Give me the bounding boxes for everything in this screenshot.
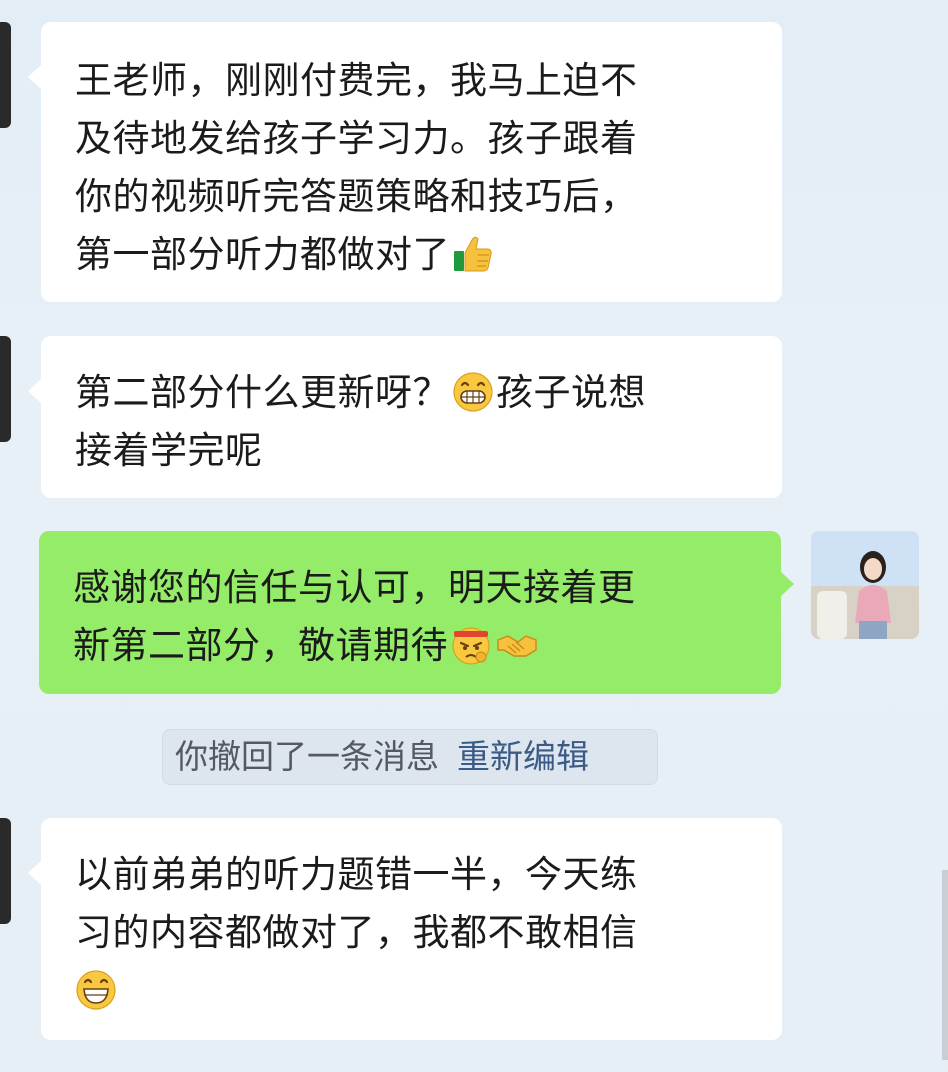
message-text-line: 习的内容都做对了，我都不敢相信 xyxy=(75,911,638,954)
message-text-line: 孩子说想 xyxy=(496,371,646,414)
message-text-line: 第一部分听力都做对了 xyxy=(75,233,450,276)
recall-notice-text: 你撤回了一条消息 xyxy=(175,737,439,776)
thumbs-up-icon xyxy=(454,236,492,272)
scrollbar[interactable] xyxy=(942,870,948,1060)
contact-avatar[interactable] xyxy=(0,336,11,442)
re-edit-link[interactable]: 重新编辑 xyxy=(457,737,589,776)
avatar-photo xyxy=(811,531,919,639)
message-text-line: 你的视频听完答题策略和技巧后， xyxy=(75,175,638,218)
message-text-line: 感谢您的信任与认可，明天接着更 xyxy=(73,566,636,609)
chat-window: 王老师，刚刚付费完，我马上迫不 及待地发给孩子学习力。孩子跟着 你的视频听完答题… xyxy=(0,0,948,1072)
message-text-line: 新第二部分，敬请期待 xyxy=(73,624,448,667)
laughing-face-icon xyxy=(76,970,116,1010)
message-bubble-incoming[interactable]: 第二部分什么更新呀？ 孩子说想 接着学完呢 xyxy=(28,336,782,498)
message-text-line: 王老师，刚刚付费完，我马上迫不 xyxy=(75,59,638,102)
grinning-face-icon xyxy=(453,372,493,412)
handshake-icon xyxy=(497,635,537,657)
recall-notice: 你撤回了一条消息 重新编辑 xyxy=(162,729,658,785)
message-bubble-incoming[interactable]: 王老师，刚刚付费完，我马上迫不 及待地发给孩子学习力。孩子跟着 你的视频听完答题… xyxy=(28,22,782,302)
message-text-line: 第二部分什么更新呀？ xyxy=(75,371,450,414)
message-bubble-incoming[interactable]: 以前弟弟的听力题错一半，今天练 习的内容都做对了，我都不敢相信 xyxy=(28,818,782,1040)
message-text-line: 接着学完呢 xyxy=(75,429,263,472)
contact-avatar[interactable] xyxy=(0,818,11,924)
message-bubble-outgoing[interactable]: 感谢您的信任与认可，明天接着更 新第二部分，敬请期待 xyxy=(39,531,794,694)
message-text-line: 以前弟弟的听力题错一半，今天练 xyxy=(75,853,638,896)
message-text-line: 及待地发给孩子学习力。孩子跟着 xyxy=(75,117,638,160)
determined-face-icon xyxy=(452,627,490,665)
contact-avatar[interactable] xyxy=(0,22,11,128)
my-avatar[interactable] xyxy=(811,531,919,639)
